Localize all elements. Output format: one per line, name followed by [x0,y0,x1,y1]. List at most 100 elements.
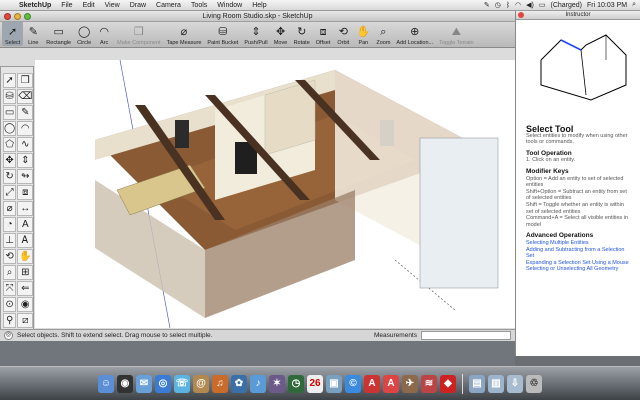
iphoto-icon[interactable]: ✿ [231,374,247,393]
paint-bucket-icon[interactable]: ⛁ [3,89,17,104]
imovie-icon[interactable]: ✶ [269,374,285,393]
tape-measure-icon[interactable]: ⌀ [3,201,17,216]
circle-tool-button[interactable]: ◯ Circle [74,21,94,46]
menu-edit[interactable]: Edit [78,2,100,9]
rectangle-icon[interactable]: ▭ [3,105,17,120]
text-icon[interactable]: A [17,217,34,232]
dashboard-icon[interactable]: ◉ [117,374,133,393]
menu-help[interactable]: Help [247,2,271,9]
zoom-icon[interactable]: ⌕ [3,265,17,280]
line-icon[interactable]: ✎ [17,105,34,120]
arc-tool-button[interactable]: ◠ Arc [94,21,114,46]
advanced-link[interactable]: Expanding a Selection Set Using a Mouse [526,260,630,267]
advanced-link[interactable]: Adding and Subtracting from a Selection … [526,247,630,260]
make-component-button[interactable]: ❒ Make Component [114,21,163,46]
menu-window[interactable]: Window [212,2,247,9]
protractor-icon[interactable]: ◔ [3,217,17,232]
push-pull-button[interactable]: ⇕ Push/Pull [241,21,270,46]
line-tool-button[interactable]: ✎ Line [23,21,43,46]
sketchup-icon[interactable]: ◆ [440,374,456,393]
folder-icon[interactable]: ▤ [469,374,485,393]
downloads-icon[interactable]: ⇩ [507,374,523,393]
move-tool-button[interactable]: ✥ Move [271,21,291,46]
section-plane-icon[interactable]: ⧄ [17,313,34,328]
measurements-input[interactable] [421,331,511,340]
pan-icon[interactable]: ✋ [17,249,34,264]
mail-icon[interactable]: ✉ [136,374,152,393]
documents-icon[interactable]: ▥ [488,374,504,393]
window-titlebar[interactable]: Living Room Studio.skp - SketchUp [0,11,515,22]
dreamweaver-icon[interactable]: ≋ [421,374,437,393]
axes-icon[interactable]: ⊥ [3,233,17,248]
orbit-tool-button[interactable]: ⟲ Orbit [333,21,353,46]
previous-view-icon[interactable]: ⇐ [17,281,34,296]
itunes-icon[interactable]: ♪ [250,374,266,393]
freehand-icon[interactable]: ∿ [17,137,34,152]
add-location-button[interactable]: ⊕ Add Location... [393,21,436,46]
paint-bucket-button[interactable]: ⛁ Paint Bucket [204,21,241,46]
push-pull-icon[interactable]: ⇕ [17,153,34,168]
ical-icon[interactable]: 26 [307,374,323,393]
menu-file[interactable]: File [56,2,77,9]
instructor-titlebar[interactable]: Instructor [516,11,640,20]
script-icon[interactable]: ✎ [484,1,490,9]
geo-location-icon[interactable]: ◎ [4,331,13,340]
garageband-icon[interactable]: ♫ [212,374,228,393]
close-button[interactable] [4,13,11,20]
menu-app[interactable]: SketchUp [14,2,56,9]
pdf2-icon[interactable]: A [383,374,399,393]
spotlight-icon[interactable]: ⌕ [632,1,636,9]
rotate-icon[interactable]: ↻ [3,169,17,184]
preview-icon[interactable]: ▣ [326,374,342,393]
position-camera-icon[interactable]: ⊙ [3,297,17,312]
3d-text-icon[interactable]: Ꭺ [17,233,34,248]
rotate-tool-button[interactable]: ↻ Rotate [291,21,313,46]
move-icon[interactable]: ✥ [3,153,17,168]
select-icon[interactable]: ➚ [3,73,17,88]
safari-icon[interactable]: ◎ [155,374,171,393]
make-component-icon[interactable]: ❒ [17,73,34,88]
bluetooth-icon[interactable]: ᛒ [506,2,510,9]
mail-stamp-icon[interactable]: ✈ [402,374,418,393]
model-viewport[interactable] [35,60,515,328]
menu-view[interactable]: View [100,2,125,9]
tape-measure-button[interactable]: ⌀ Tape Measure [164,21,205,46]
eraser-icon[interactable]: ⌫ [17,89,34,104]
arc-icon[interactable]: ◠ [17,121,34,136]
menu-draw[interactable]: Draw [125,2,151,9]
toggle-terrain-button[interactable]: ⛰ Toggle Terrain [436,21,476,46]
offset-icon[interactable]: ⧈ [17,185,34,200]
address-book-icon[interactable]: @ [193,374,209,393]
zoom-tool-button[interactable]: ⌕ Zoom [373,21,393,46]
zoom-window-icon[interactable]: ⊞ [17,265,34,280]
time-machine-tray-icon[interactable]: ◷ [495,1,501,9]
circle-icon[interactable]: ◯ [3,121,17,136]
zoom-button[interactable] [24,13,31,20]
pdf-icon[interactable]: A [364,374,380,393]
dimension-icon[interactable]: ↔ [17,201,34,216]
volume-icon[interactable]: ◀) [526,1,534,9]
ichat-icon[interactable]: ☏ [174,374,190,393]
polygon-icon[interactable]: ⬠ [3,137,17,152]
rectangle-tool-button[interactable]: ▭ Rectangle [43,21,74,46]
offset-tool-button[interactable]: ⧈ Offset [313,21,334,46]
scale-icon[interactable]: ⤢ [3,185,17,200]
itunes-store-icon[interactable]: © [345,374,361,393]
orbit-icon[interactable]: ⟲ [3,249,17,264]
look-around-icon[interactable]: ◉ [17,297,34,312]
advanced-link[interactable]: Selecting or Unselecting All Geometry [526,266,630,273]
menu-camera[interactable]: Camera [151,2,186,9]
trash-icon[interactable]: ♲ [526,374,542,393]
zoom-extents-icon[interactable]: ⤧ [3,281,17,296]
menu-tools[interactable]: Tools [186,2,212,9]
battery-icon[interactable]: ▭ [539,1,546,9]
clock[interactable]: Fri 10:03 PM [587,2,627,9]
advanced-link[interactable]: Selecting Multiple Entities [526,240,630,247]
pan-tool-button[interactable]: ✋ Pan [353,21,373,46]
minimize-button[interactable] [14,13,21,20]
time-machine-icon[interactable]: ◷ [288,374,304,393]
select-tool-button[interactable]: ➚ Select [2,21,24,46]
follow-me-icon[interactable]: ↬ [17,169,34,184]
finder-icon[interactable]: ☺ [98,374,114,393]
close-icon[interactable] [518,12,524,18]
